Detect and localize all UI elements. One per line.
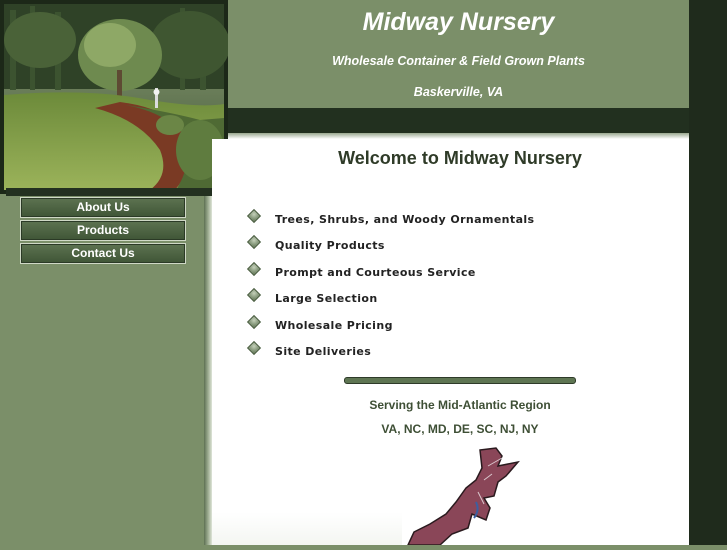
feature-label: Quality Products [275,239,385,253]
garden-photo [0,0,230,194]
feature-label: Wholesale Pricing [275,318,393,332]
nav-contact-us-button[interactable]: Contact Us [20,243,186,264]
divider-bar [344,377,576,384]
feature-label: Large Selection [275,292,378,306]
page-title: Welcome to Midway Nursery [338,148,582,168]
site-location: Baskerville, VA [413,85,504,99]
nav-about-us-button[interactable]: About Us [20,197,186,218]
service-states: VA, NC, MD, DE, SC, NJ, NY [381,422,539,436]
sidebar-edge-shadow [204,190,212,545]
site-title: Midway Nursery [362,8,555,36]
region-map-image: M [380,444,540,550]
header-dark-bar [226,108,689,133]
feature-label: Trees, Shrubs, and Woody Ornamentals [275,213,535,226]
photo-shadow [6,188,230,196]
right-border-band [689,0,727,545]
nav-products-button[interactable]: Products [20,220,186,241]
feature-label: Prompt and Courteous Service [275,265,476,279]
bottom-fade [212,512,402,545]
map-state-label: M [460,537,467,545]
site-tagline: Wholesale Container & Field Grown Plants [332,54,585,68]
feature-label: Site Deliveries [275,344,372,358]
service-region-heading: Serving the Mid-Atlantic Region [369,398,551,412]
